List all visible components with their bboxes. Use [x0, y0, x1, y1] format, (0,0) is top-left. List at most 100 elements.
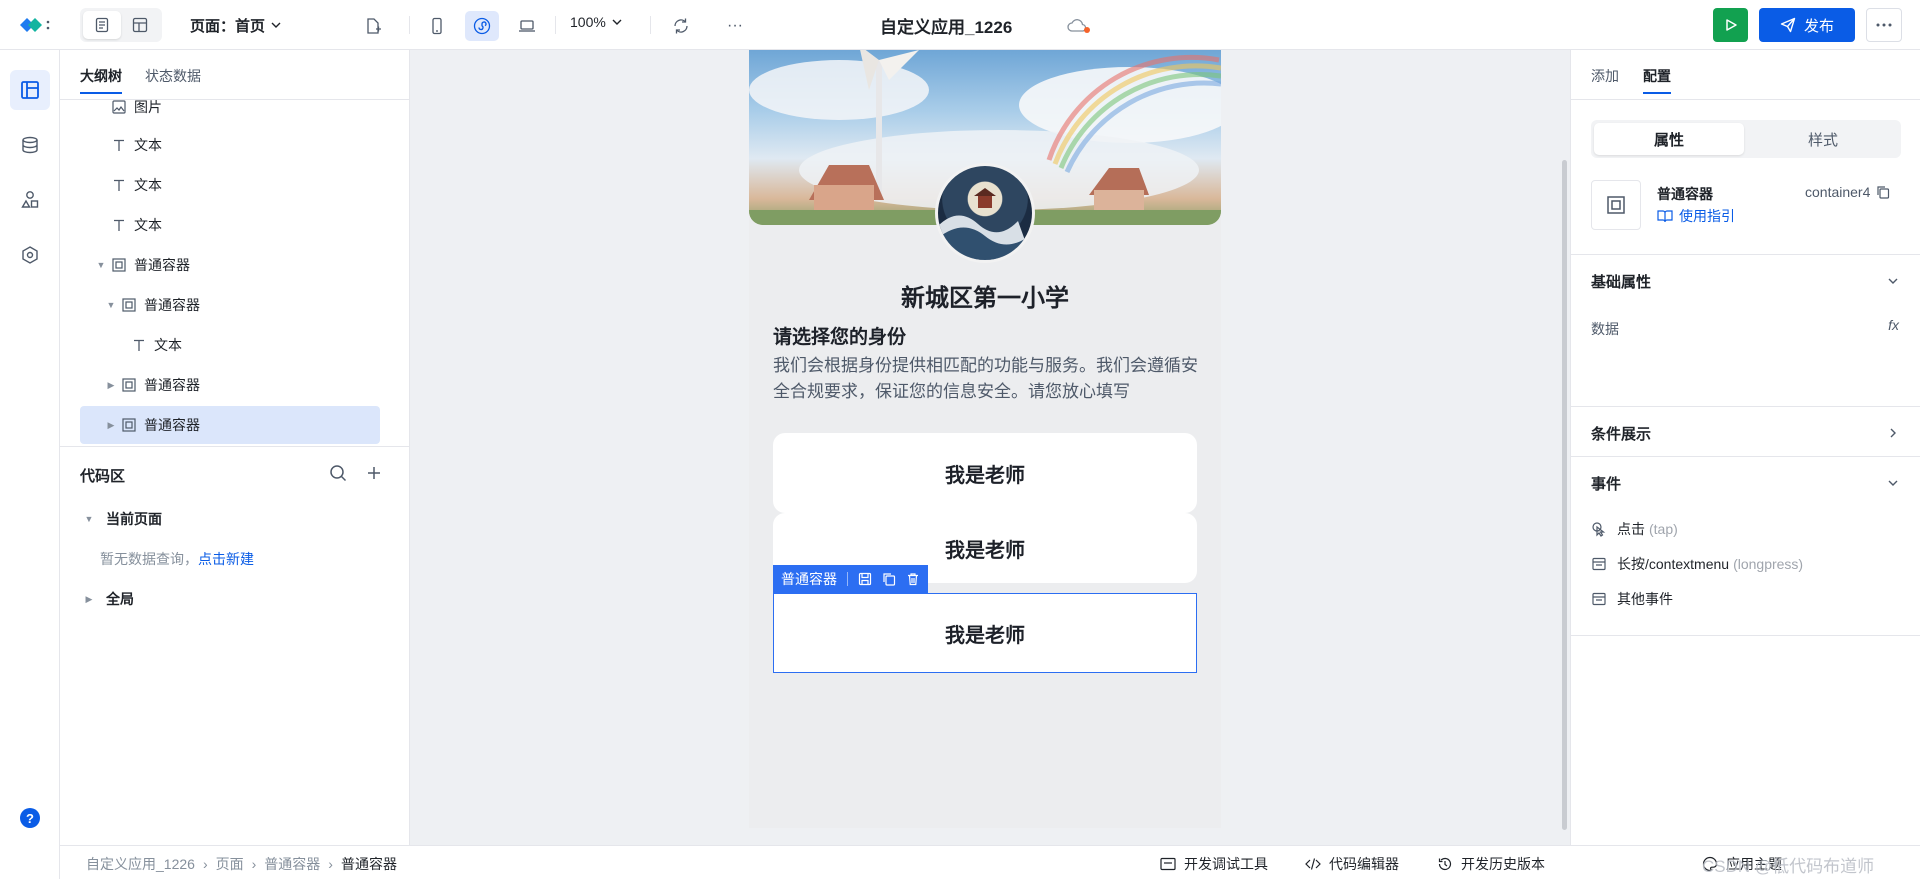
tree-row-container[interactable]: ▼ 普通容器: [80, 246, 380, 284]
copy-icon[interactable]: [1876, 185, 1890, 199]
rail-outline-button[interactable]: [10, 70, 50, 110]
identity-title: 请选择您的身份: [773, 327, 907, 348]
mobile-icon: [432, 17, 442, 35]
conditional-section[interactable]: 条件展示: [1571, 406, 1920, 456]
file-add-icon: [367, 18, 381, 34]
divider: [409, 16, 410, 34]
copy-icon[interactable]: [882, 572, 896, 586]
usage-guide-link[interactable]: 使用指引: [1657, 206, 1735, 226]
tab-outline-tree[interactable]: 大纲树: [80, 66, 122, 94]
breadcrumb-item[interactable]: 普通容器: [264, 854, 320, 874]
chevron-down-icon: [271, 22, 281, 28]
rail-settings-button[interactable]: [10, 235, 50, 275]
text-icon: [110, 216, 128, 234]
tab-config[interactable]: 配置: [1643, 66, 1671, 94]
scrollbar-thumb[interactable]: [1562, 160, 1567, 830]
tree-row-label: 普通容器: [144, 297, 200, 313]
identity-card-teacher[interactable]: 我是老师: [773, 433, 1197, 513]
breadcrumb-item[interactable]: 页面: [216, 854, 244, 874]
refresh-button[interactable]: [664, 11, 698, 41]
cloud-sync-icon[interactable]: [1066, 16, 1092, 36]
container-icon: [120, 296, 138, 314]
school-avatar[interactable]: [935, 163, 1035, 263]
app-logo-icon[interactable]: [18, 15, 52, 35]
left-panel-tabs: 大纲树 状态数据: [60, 50, 409, 100]
basic-props-title[interactable]: 基础属性: [1591, 271, 1651, 292]
canvas-scrollbar[interactable]: [1560, 50, 1570, 845]
event-row-other[interactable]: 其他事件: [1591, 589, 1673, 609]
hexagon-settings-icon: [22, 246, 38, 264]
breadcrumb-item[interactable]: 自定义应用_1226: [86, 854, 195, 874]
container-icon: [110, 256, 128, 274]
global-group[interactable]: ▶ 全局: [84, 589, 134, 609]
outline-view-button[interactable]: [83, 11, 121, 39]
tab-add[interactable]: 添加: [1591, 66, 1619, 86]
chevron-down-icon[interactable]: [1887, 477, 1899, 489]
tree-row-image[interactable]: 图片: [80, 100, 380, 126]
delete-icon[interactable]: [906, 572, 920, 586]
help-icon[interactable]: ?: [20, 808, 40, 828]
tree-row-label: 图片: [134, 100, 162, 115]
event-row-tap[interactable]: 点击 (tap): [1591, 519, 1678, 539]
breadcrumb-separator-icon: ›: [251, 856, 257, 872]
caret-right-icon[interactable]: ▶: [106, 380, 116, 390]
tree-row-text[interactable]: 文本: [80, 326, 380, 364]
segment-styles[interactable]: 样式: [1748, 123, 1898, 155]
identity-card-teacher-selected[interactable]: 我是老师: [773, 593, 1197, 673]
miniprogram-preview-button[interactable]: [465, 11, 499, 41]
tree-row-container-selected[interactable]: ▶ 普通容器: [80, 406, 380, 444]
chevron-down-icon[interactable]: [1887, 275, 1899, 287]
more-menu-button[interactable]: [1866, 8, 1902, 42]
tree-row-container[interactable]: ▶ 普通容器: [80, 366, 380, 404]
code-editor-button[interactable]: 代码编辑器: [1305, 854, 1399, 874]
caret-down-icon[interactable]: ▼: [96, 260, 106, 270]
breadcrumb-item-current[interactable]: 普通容器: [341, 854, 397, 874]
tree-row-text[interactable]: 文本: [80, 166, 380, 204]
breadcrumb: 自定义应用_1226 › 页面 › 普通容器 › 普通容器: [86, 854, 397, 874]
current-page-group[interactable]: ▼ 当前页面: [84, 509, 162, 529]
fx-icon[interactable]: fx: [1888, 317, 1899, 333]
code-icon: [1305, 858, 1321, 870]
right-panel-tabs: 添加 配置: [1571, 50, 1920, 100]
page-selector[interactable]: 页面：首页: [190, 14, 281, 36]
tree-row-label: 普通容器: [134, 257, 190, 273]
zoom-selector[interactable]: 100%: [570, 14, 622, 30]
code-area-title: 代码区: [80, 468, 126, 485]
publish-button[interactable]: 发布: [1759, 8, 1855, 42]
run-button[interactable]: [1713, 8, 1748, 42]
school-name: 新城区第一小学: [901, 285, 1069, 312]
tree-row-label: 普通容器: [144, 417, 200, 433]
console-icon: [1160, 857, 1176, 871]
config-segment: 属性 样式: [1591, 120, 1901, 158]
refresh-icon: [674, 18, 688, 34]
mobile-preview-button[interactable]: [420, 11, 454, 41]
add-page-button[interactable]: [356, 11, 390, 41]
text-icon: [130, 336, 148, 354]
rail-data-button[interactable]: [10, 125, 50, 165]
desktop-preview-button[interactable]: [510, 11, 544, 41]
events-title[interactable]: 事件: [1591, 473, 1621, 494]
right-panel: 添加 配置 属性 样式 普通容器 使用指引 container4 基础属性 数据…: [1570, 50, 1920, 845]
tree-row-text[interactable]: 文本: [80, 126, 380, 164]
wave-illustration: [938, 188, 1032, 260]
more-options-button[interactable]: ···: [718, 11, 752, 41]
layout-view-button[interactable]: [121, 11, 159, 39]
add-icon[interactable]: [364, 463, 384, 483]
segment-properties[interactable]: 属性: [1594, 123, 1744, 155]
history-button[interactable]: 开发历史版本: [1437, 854, 1545, 874]
create-query-link[interactable]: 点击新建: [198, 549, 254, 569]
tab-state-data[interactable]: 状态数据: [145, 66, 201, 86]
event-row-longpress[interactable]: 长按/contextmenu (longpress): [1591, 554, 1803, 574]
dev-tools-button[interactable]: 开发调试工具: [1160, 854, 1268, 874]
rail-components-button[interactable]: [10, 180, 50, 220]
save-icon[interactable]: [858, 572, 872, 586]
container-icon: [120, 416, 138, 434]
search-icon[interactable]: [328, 463, 348, 483]
chevron-right-icon[interactable]: [1887, 427, 1899, 439]
caret-down-icon[interactable]: ▼: [106, 300, 116, 310]
caret-right-icon[interactable]: ▶: [106, 420, 116, 430]
basic-props-section: 基础属性 数据 fx: [1571, 254, 1920, 406]
tree-row-container[interactable]: ▼ 普通容器: [80, 286, 380, 324]
tree-row-text[interactable]: 文本: [80, 206, 380, 244]
component-id[interactable]: container4: [1805, 184, 1890, 200]
